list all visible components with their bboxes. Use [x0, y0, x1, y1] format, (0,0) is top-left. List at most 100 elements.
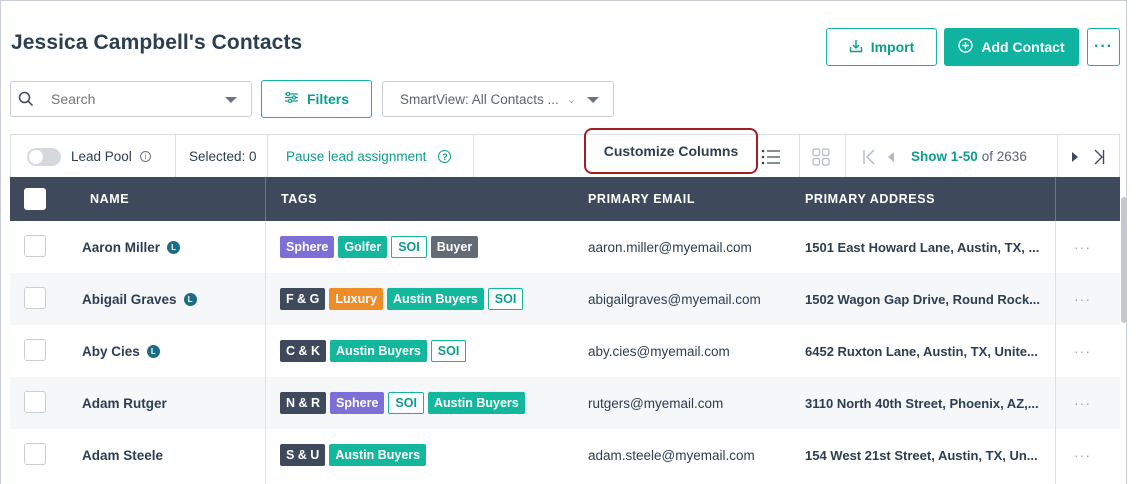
- ellipsis-icon: ···: [1094, 38, 1113, 55]
- tag-list: F & G Luxury Austin Buyers SOI: [280, 273, 524, 325]
- customize-columns-label: Customize Columns: [603, 143, 739, 159]
- row-checkbox[interactable]: [24, 443, 46, 465]
- add-contact-label: Add Contact: [981, 39, 1065, 55]
- prev-page-icon[interactable]: [887, 135, 895, 178]
- tag-chip[interactable]: SOI: [487, 288, 524, 310]
- column-header-name[interactable]: NAME: [90, 177, 129, 221]
- pager-show: Show 1-50: [911, 149, 978, 164]
- tag-list: Sphere Golfer SOI Buyer: [280, 221, 479, 273]
- selected-count: Selected: 0: [189, 149, 257, 164]
- filters-label: Filters: [306, 91, 349, 107]
- tag-chip[interactable]: Buyer: [430, 236, 479, 258]
- row-checkbox[interactable]: [24, 339, 46, 361]
- contact-email: adam.steele@myemail.com: [588, 447, 755, 463]
- list-view-icon[interactable]: [761, 135, 781, 178]
- help-icon[interactable]: ?: [438, 150, 452, 163]
- tag-chip[interactable]: F & G: [280, 288, 326, 310]
- scrollbar[interactable]: [1121, 197, 1127, 323]
- contact-name[interactable]: Aby Cies L: [82, 325, 160, 377]
- lead-pool-toggle[interactable]: [27, 147, 61, 166]
- chevron-down-icon[interactable]: [587, 97, 599, 103]
- lead-pool-label: Lead Pool: [71, 149, 132, 164]
- tag-chip[interactable]: Sphere: [330, 392, 385, 414]
- row-actions-icon[interactable]: ···: [1074, 325, 1091, 377]
- tag-list: C & K Austin Buyers SOI: [280, 325, 467, 377]
- smartview-label: SmartView: All Contacts ...: [400, 91, 559, 107]
- filters-button[interactable]: Filters: [261, 80, 372, 118]
- contact-name-text: Adam Steele: [82, 447, 164, 463]
- row-checkbox[interactable]: [24, 235, 46, 257]
- contact-name[interactable]: Adam Steele: [82, 429, 163, 481]
- contact-address: 6452 Ruxton Lane, Austin, TX, Unite...: [805, 343, 1038, 359]
- contact-name-text: Aby Cies: [82, 343, 140, 359]
- pause-label: Pause lead assignment: [286, 149, 427, 164]
- tag-chip[interactable]: Golfer: [338, 236, 388, 258]
- tag-chip[interactable]: Austin Buyers: [329, 444, 427, 466]
- tag-chip[interactable]: Austin Buyers: [427, 392, 525, 414]
- tag-chip[interactable]: N & R: [280, 392, 327, 414]
- lead-badge-icon: L: [183, 292, 197, 306]
- table-row[interactable]: Aby Cies L C & K Austin Buyers SOI aby.cies@m…: [10, 325, 1120, 377]
- tag-chip[interactable]: SOI: [391, 236, 427, 258]
- table-header: NAME TAGS PRIMARY EMAIL PRIMARY ADDRESS: [10, 177, 1120, 221]
- contact-name-text: Abigail Graves: [82, 291, 177, 307]
- tag-chip[interactable]: SOI: [388, 392, 424, 414]
- contact-email: abigailgraves@myemail.com: [588, 291, 761, 307]
- import-button[interactable]: Import: [826, 28, 937, 66]
- tag-chip[interactable]: S & U: [280, 444, 326, 466]
- contact-name-text: Aaron Miller: [82, 239, 161, 255]
- contact-name[interactable]: Aaron Miller L: [82, 221, 181, 273]
- table-row[interactable]: Adam Rutger N & R Sphere SOI Austin Buyers ru…: [10, 377, 1120, 429]
- tag-chip[interactable]: Austin Buyers: [330, 340, 427, 362]
- contact-address: 3110 North 40th Street, Phoenix, AZ,...: [805, 395, 1039, 411]
- add-contact-button[interactable]: Add Contact: [944, 28, 1079, 66]
- table-row[interactable]: Abigail Graves L F & G Luxury Austin Buyers S…: [10, 273, 1120, 325]
- grid-view-icon[interactable]: [812, 135, 830, 178]
- next-page-icon[interactable]: [1071, 135, 1079, 178]
- first-page-icon[interactable]: [862, 135, 876, 178]
- contact-address: 1502 Wagon Gap Drive, Round Rock...: [805, 291, 1041, 307]
- more-options-button[interactable]: ···: [1087, 28, 1120, 66]
- chevron-down-icon[interactable]: [225, 97, 237, 103]
- table-row[interactable]: Adam Steele S & U Austin Buyers adam.steele…: [10, 429, 1120, 481]
- contact-name[interactable]: Adam Rutger: [82, 377, 167, 429]
- tag-list: N & R Sphere SOI Austin Buyers: [280, 377, 525, 429]
- tag-chip[interactable]: C & K: [280, 340, 327, 362]
- pause-lead-assignment-link[interactable]: Pause lead assignment ?: [286, 135, 452, 178]
- pager-total: of 2636: [981, 149, 1027, 164]
- column-header-primary-email[interactable]: PRIMARY EMAIL: [588, 177, 695, 221]
- pager-range: Show 1-50 of 2636: [911, 135, 1027, 178]
- column-header-primary-address[interactable]: PRIMARY ADDRESS: [805, 177, 935, 221]
- search-input[interactable]: [51, 91, 221, 107]
- tag-chip[interactable]: Austin Buyers: [387, 288, 484, 310]
- row-actions-icon[interactable]: ···: [1074, 221, 1091, 273]
- import-label: Import: [870, 39, 915, 55]
- table-row[interactable]: Aaron Miller L Sphere Golfer SOI Buyer aaron.m…: [10, 221, 1120, 273]
- row-checkbox[interactable]: [24, 391, 46, 413]
- sliders-icon: [284, 91, 299, 107]
- info-icon[interactable]: i: [139, 151, 151, 162]
- contact-email: aby.cies@myemail.com: [588, 343, 730, 359]
- tag-chip[interactable]: Sphere: [280, 236, 335, 258]
- search-box[interactable]: [10, 81, 252, 117]
- contact-email: rutgers@myemail.com: [588, 395, 724, 411]
- contact-name[interactable]: Abigail Graves L: [82, 273, 197, 325]
- row-actions-icon[interactable]: ···: [1074, 429, 1091, 481]
- contact-address: 1501 East Howard Lane, Austin, TX, ...: [805, 239, 1040, 255]
- row-actions-icon[interactable]: ···: [1074, 377, 1091, 429]
- lead-badge-icon: L: [167, 240, 181, 254]
- row-checkbox[interactable]: [24, 287, 46, 309]
- plus-circle-icon: [958, 38, 974, 56]
- contacts-panel: Jessica Campbell's Contacts Import Add C…: [0, 0, 1127, 484]
- page-title: Jessica Campbell's Contacts: [11, 31, 303, 54]
- import-icon: [849, 39, 863, 56]
- last-page-icon[interactable]: [1093, 135, 1105, 178]
- row-actions-icon[interactable]: ···: [1074, 273, 1091, 325]
- tag-chip[interactable]: Luxury: [329, 288, 384, 310]
- select-all-checkbox[interactable]: [24, 188, 46, 210]
- smartview-select[interactable]: SmartView: All Contacts ... ⌄: [382, 81, 614, 117]
- column-header-tags[interactable]: TAGS: [281, 177, 317, 221]
- tag-chip[interactable]: SOI: [430, 340, 467, 362]
- contact-email: aaron.miller@myemail.com: [588, 239, 752, 255]
- customize-columns-button[interactable]: Customize Columns: [584, 128, 758, 174]
